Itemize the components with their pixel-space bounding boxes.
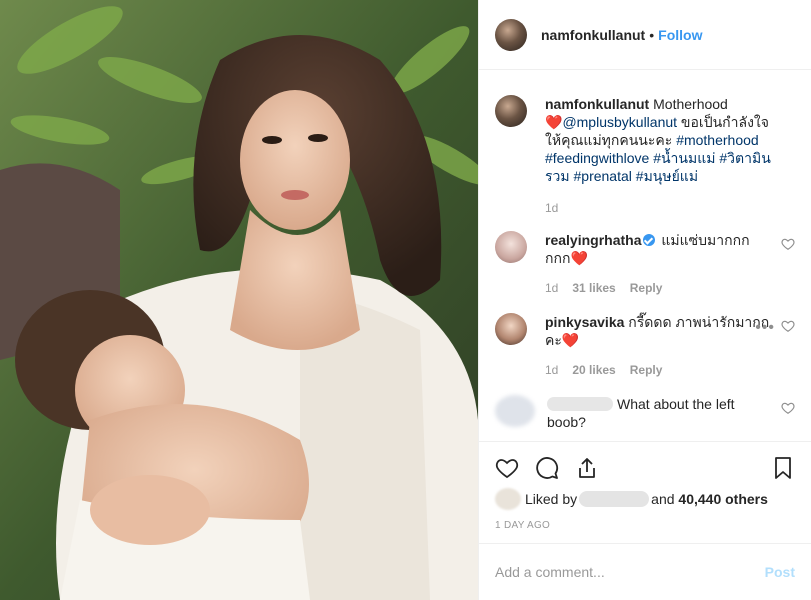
comment-time[interactable]: 1d — [545, 279, 558, 297]
blurred-avatar[interactable] — [495, 395, 535, 427]
comment-item: realyingrhatha แม่แซ่บมากกกกกก❤️ 1d 31 l… — [495, 231, 795, 297]
comment-username[interactable]: realyingrhatha — [545, 232, 641, 248]
post-header: namfonkullanut • Follow — [479, 0, 811, 70]
post-date[interactable]: 1 DAY AGO — [495, 520, 550, 531]
share-icon[interactable] — [575, 456, 599, 480]
comment-item: What about the left boob? — [495, 395, 795, 431]
likes-middle: and — [651, 491, 675, 507]
comment-username[interactable]: pinkysavika — [545, 314, 624, 330]
blurred-liker-name[interactable] — [579, 491, 650, 507]
like-comment-icon[interactable] — [781, 237, 795, 251]
post-photo[interactable] — [0, 0, 478, 600]
caption-username[interactable]: namfonkullanut — [545, 96, 649, 112]
hashtag-link[interactable]: #motherhood — [676, 132, 759, 148]
heart-icon[interactable] — [495, 456, 519, 480]
likes-summary: Liked by and 40,440 others — [495, 488, 795, 510]
hashtag-link[interactable]: #มนุษย์แม่ — [636, 168, 698, 184]
comment-likes[interactable]: 20 likes — [572, 361, 615, 379]
add-comment-bar: Post — [479, 543, 811, 600]
hashtag-link[interactable]: #prenatal — [574, 168, 632, 184]
heart-emoji: ❤️ — [545, 114, 563, 130]
comments-list[interactable]: namfonkullanut Motherhood ❤️@mplusbykull… — [479, 71, 811, 441]
bookmark-icon[interactable] — [771, 456, 795, 480]
verified-icon — [643, 234, 656, 246]
separator-dot: • — [649, 26, 655, 43]
like-comment-icon[interactable] — [781, 401, 795, 415]
caption: namfonkullanut Motherhood ❤️@mplusbykull… — [495, 95, 795, 217]
action-bar — [479, 441, 811, 493]
likes-prefix: Liked by — [525, 491, 578, 507]
commenter-avatar[interactable] — [495, 313, 527, 345]
comment-item: pinkysavika กรี๊ดดด ภาพน่ารักมากกคะ❤️ 1d… — [495, 313, 795, 379]
mention-link[interactable]: @mplusbykullanut — [562, 114, 677, 130]
reply-button[interactable]: Reply — [630, 361, 663, 379]
caption-time[interactable]: 1d — [545, 199, 558, 217]
caption-intro: Motherhood — [649, 96, 728, 112]
hashtag-link[interactable]: #น้ำนมแม่ — [653, 150, 715, 166]
blurred-username[interactable] — [547, 397, 613, 411]
like-comment-icon[interactable] — [781, 319, 795, 333]
comment-time[interactable]: 1d — [545, 361, 558, 379]
more-options-icon[interactable]: ••• — [755, 319, 775, 337]
heart-emoji: ❤️ — [570, 250, 588, 266]
heart-emoji: ❤️ — [561, 332, 580, 348]
liker-avatar[interactable] — [495, 488, 521, 510]
hashtag-link[interactable]: #feedingwithlove — [545, 150, 649, 166]
post-side-panel: namfonkullanut • Follow namfonkullanut M… — [478, 0, 811, 600]
post-button[interactable]: Post — [765, 564, 795, 580]
comment-input[interactable] — [495, 564, 765, 580]
author-avatar[interactable] — [495, 18, 527, 51]
comment-likes[interactable]: 31 likes — [572, 279, 615, 297]
commenter-avatar[interactable] — [495, 231, 527, 263]
likes-count[interactable]: 40,440 others — [678, 491, 768, 507]
follow-button[interactable]: Follow — [658, 27, 702, 43]
caption-avatar[interactable] — [495, 95, 527, 127]
reply-button[interactable]: Reply — [630, 279, 663, 297]
author-username[interactable]: namfonkullanut — [541, 27, 645, 43]
comment-icon[interactable] — [535, 456, 559, 480]
